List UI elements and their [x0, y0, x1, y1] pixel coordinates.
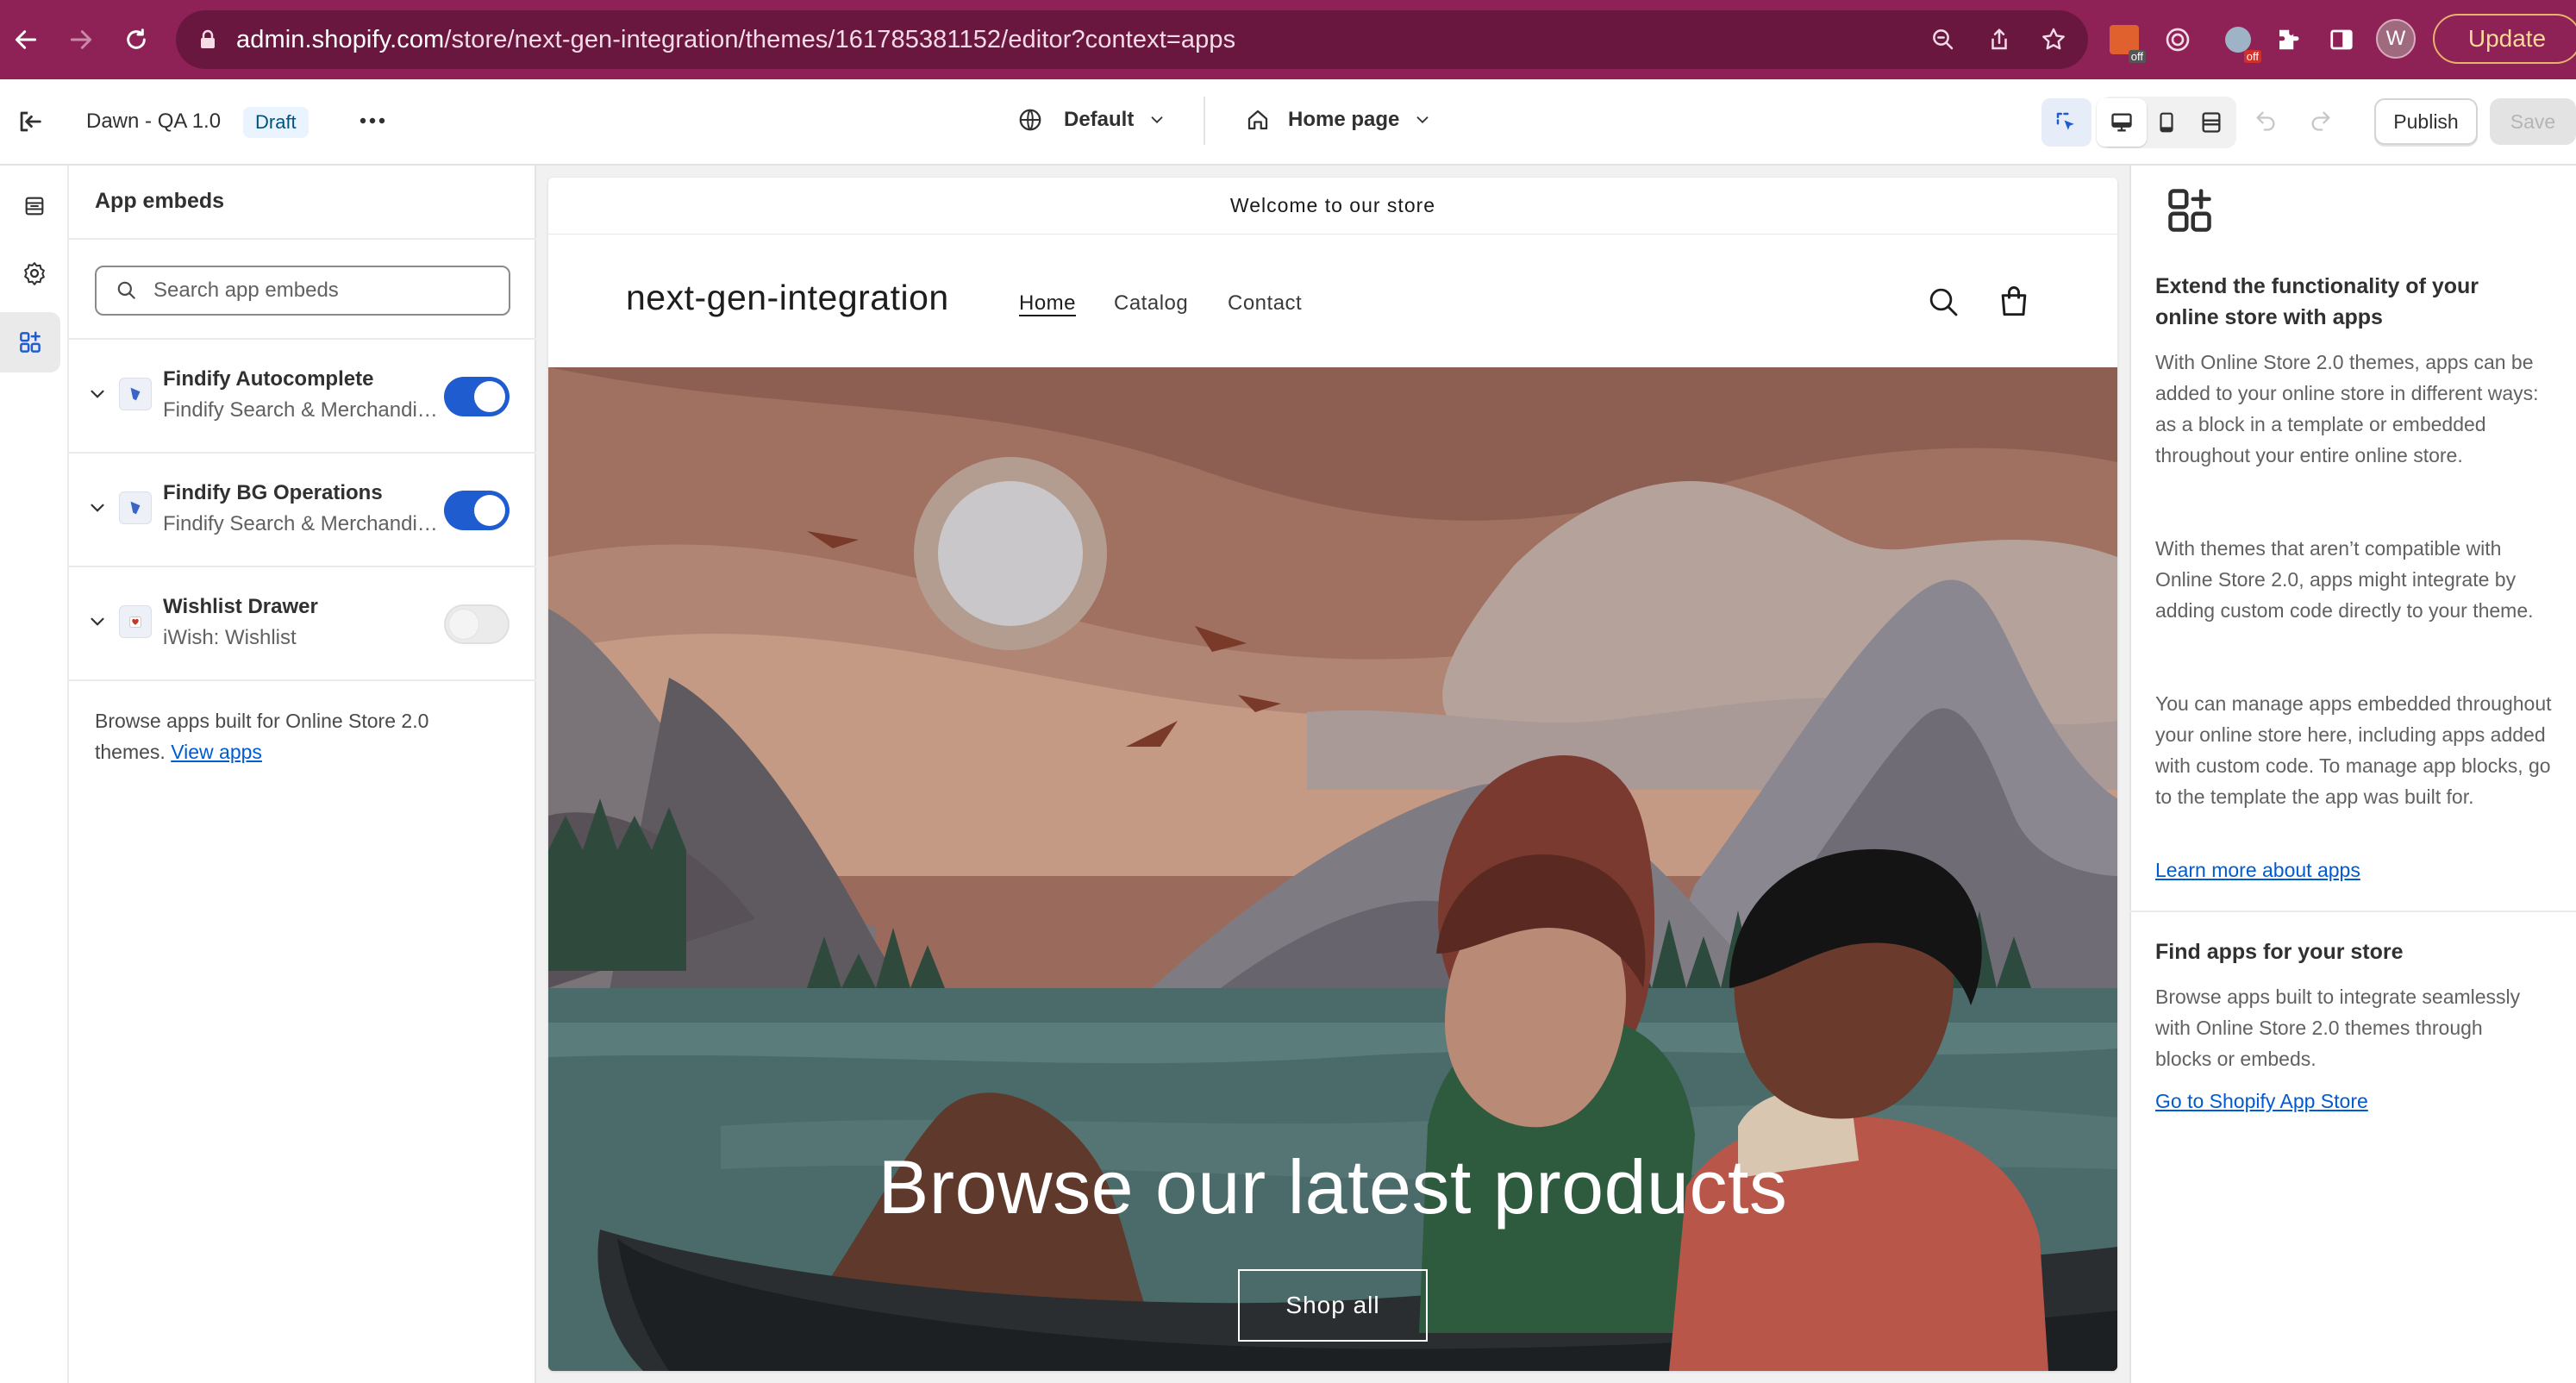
reload-icon[interactable] [116, 19, 157, 60]
search-app-embeds[interactable] [95, 266, 510, 316]
hero-heading: Browse our latest products [878, 1144, 1788, 1230]
shop-all-button[interactable]: Shop all [1238, 1269, 1428, 1342]
bookmark-star-icon[interactable] [2033, 19, 2074, 60]
info-paragraph: With Online Store 2.0 themes, apps can b… [2155, 351, 2539, 466]
embed-title: Findify BG Operations [163, 481, 383, 504]
save-button[interactable]: Save [2490, 98, 2576, 145]
search-icon [116, 279, 138, 302]
template-selector[interactable]: Default [1017, 107, 1166, 133]
home-icon [1245, 107, 1271, 133]
panel-title: App embeds [95, 189, 225, 213]
extension-badge: off [2128, 50, 2146, 63]
chevron-down-icon [1413, 110, 1432, 129]
store-preview: Welcome to our store next-gen-integratio… [548, 178, 2117, 1371]
embed-title: Wishlist Drawer [163, 595, 318, 618]
info-paragraph: Browse apps built to integrate seamlessl… [2155, 986, 2521, 1070]
store-nav-contact[interactable]: Contact [1228, 291, 1302, 316]
app-embed-item: Wishlist Drawer iWish: Wishlist [69, 567, 536, 681]
redo-icon[interactable] [2309, 109, 2333, 133]
extension-3-icon[interactable]: off [2217, 19, 2261, 63]
puzzle-icon[interactable] [2267, 19, 2309, 60]
app-embed-item: Findify Autocomplete Findify Search & Me… [69, 340, 536, 454]
embed-subtitle: Findify Search & Merchandising [163, 512, 439, 535]
store-search-icon[interactable] [1926, 285, 1962, 321]
learn-more-apps-link[interactable]: Learn more about apps [2155, 859, 2360, 882]
info-paragraph: With themes that aren’t compatible with … [2155, 537, 2534, 622]
store-nav-catalog[interactable]: Catalog [1114, 291, 1188, 316]
more-options-icon[interactable] [357, 105, 388, 136]
findify-app-icon [119, 491, 152, 524]
store-logo-text[interactable]: next-gen-integration [626, 278, 949, 318]
info-paragraph: You can manage apps embedded throughout … [2155, 692, 2552, 808]
back-arrow-icon[interactable] [5, 19, 47, 60]
sections-icon[interactable] [0, 176, 69, 236]
chevron-down-icon[interactable] [86, 383, 109, 405]
embed-subtitle: Findify Search & Merchandising [163, 398, 439, 422]
divider [2129, 911, 2576, 912]
desktop-icon [2110, 110, 2134, 135]
mobile-view-button[interactable] [2141, 98, 2191, 147]
toggle-knob [448, 609, 479, 640]
announcement-bar: Welcome to our store [548, 178, 2117, 235]
update-button[interactable]: Update [2433, 14, 2576, 64]
divider [69, 238, 536, 240]
chevron-down-icon [1147, 110, 1166, 129]
lock-icon[interactable] [195, 27, 221, 53]
page-selector[interactable]: Home page [1245, 107, 1432, 133]
forward-arrow-icon[interactable] [60, 19, 102, 60]
mobile-icon [2155, 110, 2178, 135]
app-embeds-icon[interactable] [0, 312, 60, 372]
exit-icon[interactable] [16, 107, 45, 136]
view-apps-link[interactable]: View apps [171, 741, 262, 763]
chevron-down-icon[interactable] [86, 497, 109, 519]
embed-subtitle: iWish: Wishlist [163, 626, 297, 649]
fullscreen-view-button[interactable] [2186, 98, 2236, 147]
theme-settings-gear-icon[interactable] [0, 243, 69, 304]
fullscreen-icon [2199, 110, 2223, 135]
address-bar[interactable]: admin.shopify.com/store/next-gen-integra… [176, 10, 2088, 69]
url-text: admin.shopify.com/store/next-gen-integra… [236, 25, 1236, 53]
theme-name: Dawn - QA 1.0 [86, 110, 222, 133]
inspector-toggle-button[interactable] [2041, 98, 2091, 147]
extension-2-icon[interactable] [2157, 19, 2198, 60]
desktop-view-button[interactable] [2097, 98, 2147, 147]
globe-icon [1017, 107, 1043, 133]
embed-toggle[interactable] [444, 377, 510, 416]
publish-button[interactable]: Publish [2374, 98, 2478, 145]
share-icon[interactable] [1979, 19, 2020, 60]
shopify-app-store-link[interactable]: Go to Shopify App Store [2155, 1090, 2368, 1113]
info-section-title: Extend the functionality of your online … [2155, 274, 2479, 329]
cursor-select-icon [2054, 110, 2079, 135]
info-section-title: Find apps for your store [2155, 940, 2404, 964]
sidepanel-icon[interactable] [2321, 19, 2362, 60]
browser-chrome: admin.shopify.com/store/next-gen-integra… [0, 0, 2576, 79]
search-input[interactable] [153, 278, 481, 303]
app-embed-item: Findify BG Operations Findify Search & M… [69, 454, 536, 567]
store-nav-home[interactable]: Home [1019, 291, 1076, 316]
cart-icon[interactable] [1995, 283, 2033, 321]
findify-app-icon [119, 378, 152, 410]
iwish-app-icon [119, 605, 152, 638]
toggle-knob [474, 495, 505, 526]
undo-icon[interactable] [2254, 109, 2278, 133]
zoom-icon[interactable] [1923, 19, 1964, 60]
status-badge: Draft [243, 107, 309, 138]
toggle-knob [474, 381, 505, 412]
toolbar-divider [1204, 97, 1205, 145]
page-label: Home page [1288, 108, 1400, 131]
embed-toggle[interactable] [444, 491, 510, 530]
embed-title: Findify Autocomplete [163, 367, 374, 391]
profile-avatar[interactable]: W [2376, 19, 2416, 59]
browse-apps-text: Browse apps built for Online Store 2.0 t… [95, 705, 500, 767]
extension-1-icon[interactable]: off [2104, 19, 2146, 63]
store-header: next-gen-integration Home Catalog Contac… [548, 235, 2117, 367]
apps-add-icon [2164, 185, 2216, 236]
template-label: Default [1064, 108, 1135, 131]
chevron-down-icon[interactable] [86, 610, 109, 633]
hero-banner: Browse our latest products Shop all [548, 367, 2117, 1371]
extension-badge: off [2243, 50, 2261, 63]
embed-toggle[interactable] [444, 604, 510, 644]
